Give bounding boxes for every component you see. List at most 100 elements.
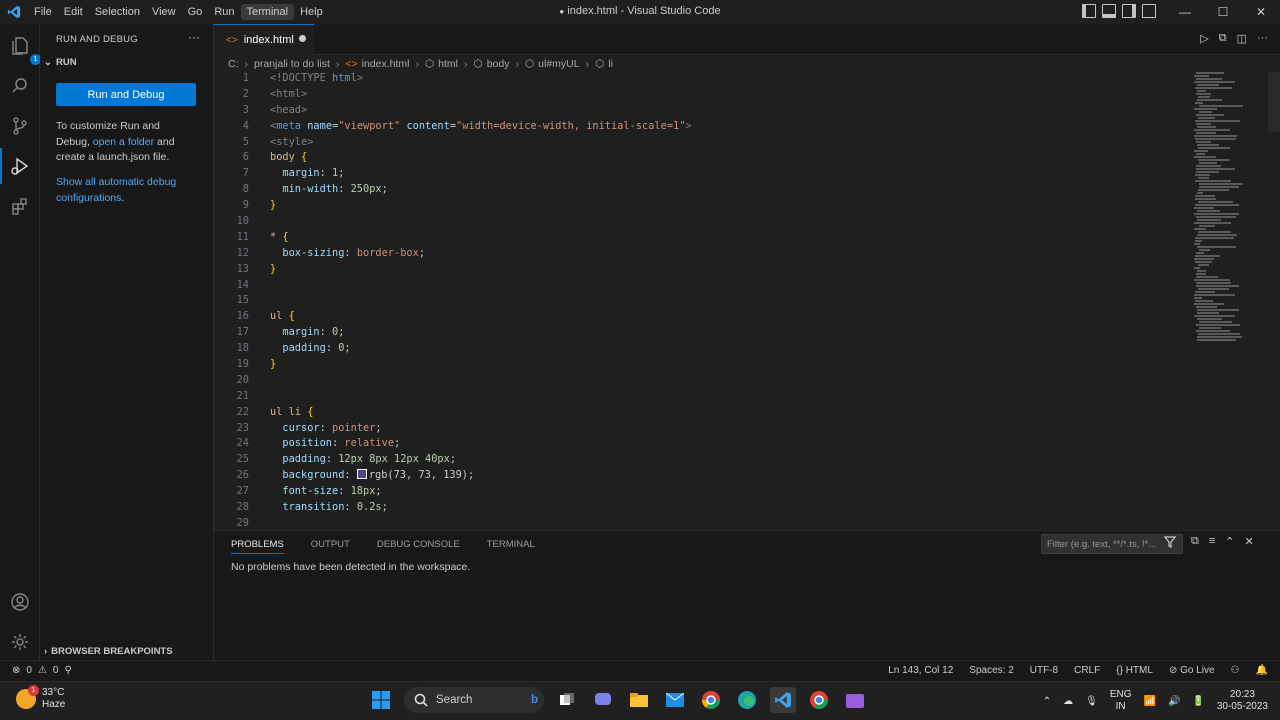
run-file-icon[interactable]: ▷	[1200, 32, 1208, 45]
split-editor-icon[interactable]: ◫	[1237, 32, 1247, 45]
breadcrumb-drive[interactable]: C:	[228, 58, 239, 70]
weather-widget[interactable]: 1 33°C Haze	[16, 685, 65, 711]
microphone-icon[interactable]: 🎙	[1085, 696, 1098, 707]
tab-terminal[interactable]: TERMINAL	[487, 539, 535, 554]
search-icon[interactable]	[8, 74, 32, 98]
tab-index-html[interactable]: <> index.html	[214, 24, 314, 55]
color-swatch-icon[interactable]	[356, 469, 367, 480]
chrome-icon[interactable]	[698, 687, 724, 713]
show-debug-configs-link[interactable]: Show all automatic debug configurations	[56, 176, 176, 204]
problems-filter-input[interactable]: Filter (e.g. text, **/*.ts, !*...	[1041, 534, 1183, 554]
customize-layout-icon[interactable]	[1142, 4, 1156, 18]
chat-icon[interactable]	[590, 687, 616, 713]
task-view-icon[interactable]	[554, 687, 580, 713]
token: }	[270, 358, 277, 371]
vscode-taskbar-icon[interactable]	[770, 687, 796, 713]
menu-terminal[interactable]: Terminal	[240, 4, 295, 20]
file-explorer-icon[interactable]	[626, 687, 652, 713]
onedrive-cloud-icon[interactable]: ☁	[1063, 696, 1073, 707]
tab-problems[interactable]: PROBLEMS	[231, 539, 284, 554]
open-preview-icon[interactable]: ⧉	[1219, 32, 1227, 45]
account-icon[interactable]	[8, 590, 32, 614]
indentation[interactable]: Spaces: 2	[969, 665, 1013, 676]
browser-breakpoints-header[interactable]: › BROWSER BREAKPOINTS	[44, 646, 173, 657]
settings-gear-icon[interactable]	[8, 630, 32, 654]
battery-icon[interactable]: 🔋	[1192, 696, 1204, 707]
windows-start-icon[interactable]	[368, 687, 394, 713]
notifications-bell-icon[interactable]: 🔔	[1256, 665, 1268, 676]
clock[interactable]: 20:23 30-05-2023	[1217, 689, 1268, 713]
more-editor-actions-icon[interactable]: ···	[1257, 32, 1268, 45]
extensions-icon[interactable]	[8, 194, 32, 218]
menu-help[interactable]: Help	[294, 4, 329, 20]
encoding[interactable]: UTF-8	[1030, 665, 1058, 676]
chrome-profile-icon[interactable]	[806, 687, 832, 713]
warning-count[interactable]: 0	[53, 665, 59, 676]
menu-selection[interactable]: Selection	[89, 4, 146, 20]
input-language[interactable]: ENG IN	[1110, 689, 1132, 713]
maximize-panel-icon[interactable]: ⌃	[1225, 535, 1234, 548]
breadcrumb-folder[interactable]: pranjali to do list	[254, 58, 330, 70]
bing-icon: b	[530, 694, 538, 706]
vscode-logo-icon	[0, 0, 28, 24]
language-mode[interactable]: {} HTML	[1116, 665, 1153, 676]
windows-taskbar: 1 33°C Haze Search b ⌃ ☁ 🎙 ENG IN 📶 🔊 🔋 20…	[0, 681, 1280, 720]
menu-run[interactable]: Run	[208, 4, 240, 20]
edge-icon[interactable]	[734, 687, 760, 713]
status-right: Ln 143, Col 12 Spaces: 2 UTF-8 CRLF {} H…	[888, 665, 1268, 676]
tab-output[interactable]: OUTPUT	[311, 539, 350, 554]
cursor-position[interactable]: Ln 143, Col 12	[888, 665, 953, 676]
unsaved-dot-icon[interactable]	[299, 35, 306, 42]
explorer-icon[interactable]: 1	[8, 34, 41, 65]
breadcrumb-file[interactable]: index.html	[362, 58, 410, 70]
close-button[interactable]: ✕	[1242, 0, 1280, 24]
minimap-line	[1196, 276, 1218, 278]
line-number: 23	[236, 421, 249, 434]
taskbar-search[interactable]: Search b	[404, 687, 544, 713]
clipchamp-icon[interactable]	[842, 687, 868, 713]
end-of-line[interactable]: CRLF	[1074, 665, 1100, 676]
toggle-secondary-sidebar-icon[interactable]	[1122, 4, 1136, 18]
minimap-line	[1195, 240, 1202, 242]
go-live-button[interactable]: ⊘ Go Live	[1169, 665, 1215, 676]
filter-icon[interactable]	[1163, 536, 1177, 551]
breadcrumb-ul[interactable]: ul#myUL	[538, 58, 579, 70]
breadcrumb-html[interactable]: html	[438, 58, 458, 70]
line-number: 9	[242, 199, 249, 212]
run-and-debug-button[interactable]: Run and Debug	[56, 83, 196, 106]
line-number: 29	[236, 516, 249, 529]
run-section-header[interactable]: ⌄ RUN	[44, 57, 77, 68]
error-count[interactable]: 0	[26, 665, 32, 676]
breadcrumb-li[interactable]: li	[608, 58, 613, 70]
run-debug-icon[interactable]	[0, 148, 32, 184]
breadcrumb-body[interactable]: body	[487, 58, 510, 70]
tab-debug-console[interactable]: DEBUG CONSOLE	[377, 539, 460, 554]
taskbar-apps: Search b	[368, 687, 868, 713]
editor-scrollbar[interactable]	[1268, 72, 1280, 132]
debug-launch-icon[interactable]: ⚲	[64, 665, 71, 676]
source-control-icon[interactable]	[8, 114, 32, 138]
toggle-primary-sidebar-icon[interactable]	[1082, 4, 1096, 18]
accounts-status-icon[interactable]: ⚇	[1231, 665, 1240, 676]
minimap[interactable]	[1190, 72, 1260, 352]
minimap-line	[1198, 264, 1209, 266]
volume-icon[interactable]: 🔊	[1168, 696, 1180, 707]
menu-go[interactable]: Go	[182, 4, 209, 20]
code-line: 3 <head>	[214, 104, 692, 120]
token: relative	[344, 437, 395, 450]
view-as-list-icon[interactable]: ≡	[1209, 535, 1215, 548]
code-editor[interactable]: 1 <!DOCTYPE html > 2 <html> 3 <head> 4 < meta …	[214, 72, 1280, 530]
menu-edit[interactable]: Edit	[58, 4, 89, 20]
more-actions-icon[interactable]: ···	[188, 30, 200, 44]
menu-file[interactable]: File	[28, 4, 58, 20]
close-panel-icon[interactable]: ✕	[1245, 535, 1254, 548]
toggle-panel-icon[interactable]	[1102, 4, 1116, 18]
maximize-button[interactable]: ☐	[1204, 0, 1242, 24]
wifi-icon[interactable]: 📶	[1143, 696, 1155, 707]
mail-icon[interactable]	[662, 687, 688, 713]
minimize-button[interactable]: —	[1166, 0, 1204, 24]
open-folder-link[interactable]: open a folder	[93, 136, 154, 148]
collapse-all-icon[interactable]: ⧉	[1191, 535, 1199, 548]
show-hidden-icons-chevron-icon[interactable]: ⌃	[1043, 696, 1051, 707]
menu-view[interactable]: View	[146, 4, 182, 20]
